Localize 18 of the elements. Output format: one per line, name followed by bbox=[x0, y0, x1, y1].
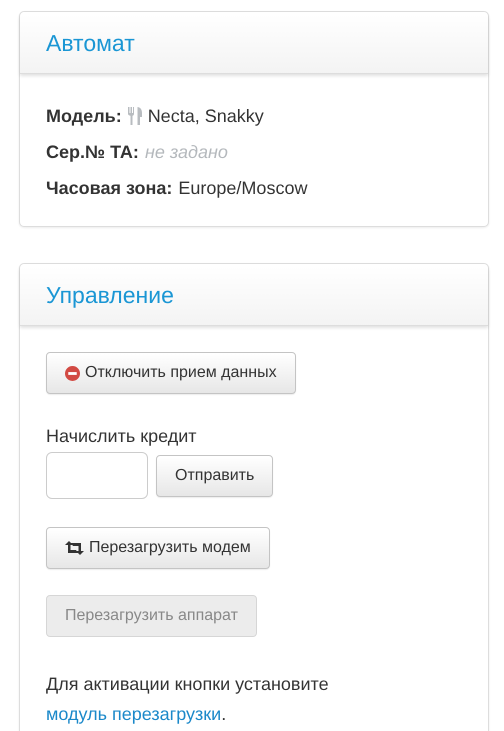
panel-title: Автомат bbox=[46, 29, 136, 58]
disable-data-button[interactable]: Отключить прием данных bbox=[46, 352, 296, 394]
panel-title: Управление bbox=[46, 281, 175, 310]
field-value: Necta, Snakky bbox=[148, 105, 264, 128]
module-link[interactable]: модуль перезагрузки bbox=[46, 704, 222, 724]
stop-icon bbox=[65, 366, 80, 380]
credit-input[interactable] bbox=[46, 452, 148, 499]
reboot-modem-button[interactable]: Перезагрузить модем bbox=[46, 527, 270, 569]
note-text: Для активации кнопки установите модуль перезагрузки. bbox=[46, 673, 330, 726]
fork-knife-icon bbox=[128, 107, 142, 125]
field-value: не задано bbox=[144, 141, 228, 164]
field-label: Модель: bbox=[46, 105, 122, 128]
field-label: Начислить кредит bbox=[46, 425, 198, 448]
repeat-icon bbox=[65, 541, 84, 555]
send-button[interactable]: Отправить bbox=[156, 454, 274, 496]
field-label: Часовая зона: bbox=[46, 177, 172, 200]
field-value: Europe/Moscow bbox=[178, 177, 308, 200]
field-label: Сер.№ ТА: bbox=[46, 141, 139, 164]
